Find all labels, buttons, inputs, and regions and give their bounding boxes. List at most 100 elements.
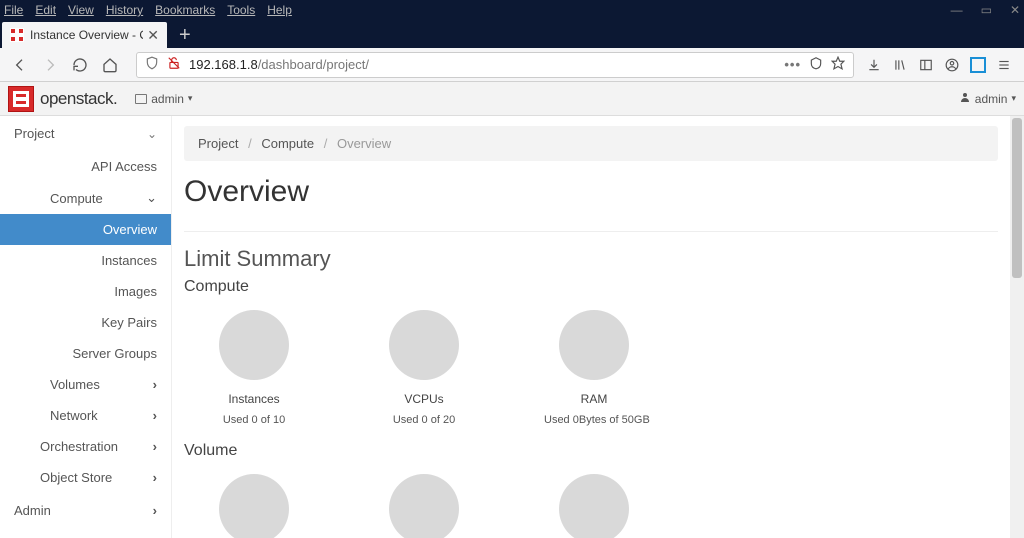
sidebar-item-label: Orchestration [40,439,118,454]
sidebar-overview[interactable]: Overview [0,214,171,245]
metric-status: Used 0Bytes of 50GB [544,414,644,426]
sidebar-object-store[interactable]: Object Store › [0,462,171,493]
menu-help[interactable]: Help [267,3,292,17]
menu-tools[interactable]: Tools [227,3,255,17]
window-minimize-icon[interactable]: — [951,3,963,17]
chevron-down-icon: ▾ [188,93,193,104]
sidebar-key-pairs[interactable]: Key Pairs [0,307,171,338]
user-icon [959,91,971,106]
sidebar-item-label: Admin [14,503,51,518]
sidebar-admin[interactable]: Admin › [0,493,171,528]
home-button[interactable] [96,51,124,79]
sidebar-identity[interactable]: Identity› [0,528,171,538]
sidebar-item-label: API Access [91,159,157,174]
browser-menubar: File Edit View History Bookmarks Tools H… [0,0,1024,20]
subheading-volume: Volume [184,442,998,460]
metric-ram: RAM Used 0Bytes of 50GB [544,304,644,426]
domain-name: admin [151,92,184,106]
menu-view[interactable]: View [68,3,94,17]
chevron-right-icon: › [153,503,157,518]
metric-status: Used 0 of 20 [374,414,474,426]
sidebar-item-label: Key Pairs [101,315,157,330]
sidebar-item-label: Project [14,126,54,141]
metric-status: Used 0 of 10 [204,414,304,426]
openstack-logo-icon [8,86,34,112]
menu-bookmarks[interactable]: Bookmarks [155,3,215,17]
library-icon[interactable] [892,57,908,73]
sidebar-item-label: Volumes [50,377,100,392]
sidebar-toggle-icon[interactable] [918,57,934,73]
menu-file[interactable]: File [4,3,23,17]
sidebar-compute[interactable]: Compute ⌄ [0,182,171,214]
reload-button[interactable] [66,51,94,79]
bookmark-star-icon[interactable] [831,56,845,73]
browser-tab[interactable]: Instance Overview - OpenStack ✕ [2,22,167,48]
chevron-down-icon: ⌄ [146,190,157,206]
menu-edit[interactable]: Edit [35,3,56,17]
window-close-icon[interactable]: ✕ [1010,3,1020,17]
page-actions-icon[interactable]: ••• [784,57,801,72]
metric-label: VCPUs [374,392,474,406]
vertical-scrollbar[interactable] [1010,116,1024,538]
scrollbar-thumb[interactable] [1012,118,1022,278]
breadcrumb-current: Overview [337,136,391,151]
sidebar-item-label: Network [50,408,98,423]
metric-volumes: Volumes Used 0 of 10 [204,468,304,538]
brand-logo[interactable]: openstack. [8,86,117,112]
insecure-lock-icon[interactable] [167,56,181,73]
forward-button[interactable] [36,51,64,79]
chevron-right-icon: › [153,470,157,485]
browser-tab-title: Instance Overview - OpenStack [30,28,143,42]
section-limit-summary: Limit Summary [184,246,998,272]
breadcrumb-compute[interactable]: Compute [261,136,314,151]
page-title: Overview [184,175,998,209]
extension-icon[interactable] [970,57,986,73]
usage-donut-icon [219,310,289,380]
chevron-right-icon: › [153,408,157,423]
metric-vcpus: VCPUs Used 0 of 20 [374,304,474,426]
chevron-right-icon: › [153,439,157,454]
url-bar[interactable]: 192.168.1.8/dashboard/project/ ••• [136,52,854,78]
content-area: Project / Compute / Overview Overview Li… [172,116,1010,538]
window-maximize-icon[interactable]: ▭ [981,3,992,17]
brand-text: openstack. [40,89,117,109]
usage-donut-icon [219,474,289,538]
usage-donut-icon [559,474,629,538]
new-tab-button[interactable]: + [167,22,203,48]
user-menu[interactable]: admin ▾ [959,91,1016,106]
subheading-compute: Compute [184,278,998,296]
app-menu-icon[interactable] [996,57,1012,73]
sidebar-item-label: Compute [50,191,103,206]
reader-icon[interactable] [809,56,823,73]
sidebar-project[interactable]: Project ⌄ [0,116,171,151]
metric-volume-storage: Volume Storage Used 0Bytes of 1000GB [544,468,644,538]
sidebar-volumes[interactable]: Volumes› [0,369,171,400]
compute-metrics: Instances Used 0 of 10 VCPUs Used 0 of 2… [184,304,998,436]
project-domain-icon [135,94,147,104]
sidebar-item-label: Object Store [40,470,112,485]
menu-history[interactable]: History [106,3,143,17]
tab-close-icon[interactable]: ✕ [147,27,159,44]
breadcrumb-sep: / [248,136,252,151]
back-button[interactable] [6,51,34,79]
domain-selector[interactable]: admin ▾ [135,92,192,106]
sidebar-network[interactable]: Network › [0,400,171,431]
sidebar-server-groups[interactable]: Server Groups [0,338,171,369]
shield-icon[interactable] [145,56,159,73]
chevron-down-icon: ▾ [1011,93,1016,104]
breadcrumb-project[interactable]: Project [198,136,238,151]
download-icon[interactable] [866,57,882,73]
usage-donut-icon [389,310,459,380]
sidebar-orchestration[interactable]: Orchestration › [0,431,171,462]
sidebar-instances[interactable]: Instances [0,245,171,276]
sidebar-item-label: Overview [103,222,157,237]
account-icon[interactable] [944,57,960,73]
openstack-favicon-icon [10,28,24,42]
metric-label: Instances [204,392,304,406]
sidebar-api-access[interactable]: API Access [0,151,171,182]
sidebar-images[interactable]: Images [0,276,171,307]
usage-donut-icon [389,474,459,538]
user-name: admin [975,92,1008,106]
window-controls: — ▭ ✕ [951,3,1020,17]
usage-donut-icon [559,310,629,380]
